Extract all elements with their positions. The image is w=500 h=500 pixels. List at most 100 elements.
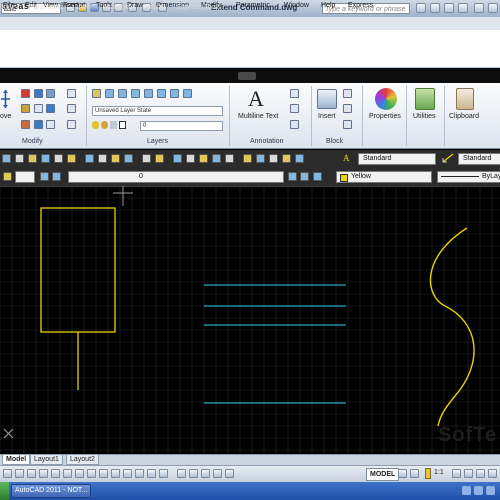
sheet-set-icon[interactable] — [269, 154, 278, 163]
tab-view[interactable]: View — [76, 4, 91, 11]
fillet-icon[interactable] — [34, 104, 43, 113]
calculator-icon[interactable] — [295, 154, 304, 163]
layer-off-icon[interactable] — [131, 89, 140, 98]
dim-style-dropdown[interactable]: Standard — [458, 153, 500, 165]
layer-state-dropdown[interactable]: Unsaved Layer State — [92, 106, 223, 116]
copy-icon[interactable] — [21, 89, 30, 98]
dim-style-icon[interactable] — [442, 153, 454, 163]
layer-lock-icon[interactable] — [157, 89, 166, 98]
stretch-icon[interactable] — [46, 104, 55, 113]
utilities-icon[interactable] — [415, 88, 435, 110]
modify-panel-title[interactable]: Modify — [22, 138, 43, 148]
selection-cycling-icon[interactable] — [159, 469, 168, 478]
layer-tool-icon-2[interactable] — [300, 172, 309, 181]
menu-window[interactable]: Window — [284, 2, 309, 9]
grid-display-icon[interactable] — [27, 469, 36, 478]
tab-manage[interactable]: Manage — [104, 4, 129, 11]
layer-filter-dropdown[interactable] — [15, 171, 35, 183]
scale-icon[interactable] — [21, 120, 30, 129]
tray-network-icon[interactable] — [462, 486, 471, 495]
undo-icon[interactable] — [142, 154, 151, 163]
communication-center-icon[interactable] — [444, 3, 454, 13]
tab-annotate[interactable]: otate — [0, 4, 16, 11]
block-panel-title[interactable]: Block — [326, 138, 343, 148]
help-icon[interactable] — [474, 3, 484, 13]
plot-icon[interactable] — [41, 154, 50, 163]
tool-palettes-icon[interactable] — [256, 154, 265, 163]
clipboard-label[interactable]: Clipboard — [449, 113, 479, 120]
layer-previous-toolbar-icon[interactable] — [52, 172, 61, 181]
favorites-icon[interactable] — [458, 3, 468, 13]
tab-output[interactable]: Output — [142, 4, 163, 11]
quick-view-drawings-icon[interactable] — [410, 469, 419, 478]
start-button[interactable] — [0, 482, 9, 500]
extend-icon[interactable] — [67, 120, 76, 129]
tab-layout1[interactable]: Layout1 — [30, 455, 63, 465]
properties-icon[interactable] — [375, 88, 397, 110]
navigation-bar-icon[interactable] — [177, 469, 186, 478]
tray-clock-icon[interactable] — [486, 486, 495, 495]
menu-express[interactable]: Express — [348, 2, 373, 9]
command-line[interactable] — [0, 30, 500, 68]
copyclip-icon[interactable] — [98, 154, 107, 163]
erase-icon[interactable] — [67, 89, 76, 98]
ortho-mode-icon[interactable] — [39, 469, 48, 478]
lock-icon[interactable] — [109, 121, 117, 129]
model-space-button[interactable]: MODEL — [366, 468, 400, 481]
steering-wheel-icon[interactable] — [189, 469, 198, 478]
linear-dimension-icon[interactable] — [290, 89, 299, 98]
multiline-text-icon[interactable]: A — [248, 86, 264, 112]
drawing-canvas[interactable]: SofTe — [0, 185, 500, 454]
clean-screen-icon[interactable] — [488, 469, 497, 478]
preview-icon[interactable] — [54, 154, 63, 163]
pan-icon[interactable] — [213, 469, 222, 478]
annotation-scale[interactable]: 1:1 — [434, 469, 444, 476]
sun-icon[interactable] — [100, 121, 108, 129]
properties-palette-icon[interactable] — [225, 154, 234, 163]
ribbon-minimize-icon[interactable] — [238, 72, 256, 80]
open-icon[interactable] — [15, 154, 24, 163]
create-block-icon[interactable] — [343, 89, 352, 98]
matchprop-icon[interactable] — [124, 154, 133, 163]
text-style-dropdown[interactable]: Standard — [358, 153, 436, 165]
zoom-icon[interactable] — [225, 469, 234, 478]
quick-view-layouts-icon[interactable] — [398, 469, 407, 478]
table-icon[interactable] — [290, 120, 299, 129]
zoom-realtime-icon[interactable] — [186, 154, 195, 163]
cut-icon[interactable] — [85, 154, 94, 163]
layers-panel-title[interactable]: Layers — [147, 138, 168, 148]
trim-icon[interactable] — [21, 104, 30, 113]
edit-block-icon[interactable] — [343, 104, 352, 113]
dynamic-input-icon[interactable] — [111, 469, 120, 478]
object-snap-tracking-icon[interactable] — [87, 469, 96, 478]
search-icon[interactable] — [416, 3, 426, 13]
layer-match-icon[interactable] — [170, 89, 179, 98]
subscription-center-icon[interactable] — [430, 3, 440, 13]
color-dropdown[interactable]: Yellow — [336, 171, 432, 183]
lineweight-icon[interactable] — [123, 469, 132, 478]
menu-help[interactable]: Help — [321, 2, 335, 9]
designcenter-icon[interactable] — [243, 154, 252, 163]
layer-freeze-icon[interactable] — [144, 89, 153, 98]
lightbulb-icon[interactable] — [92, 121, 99, 129]
showmotion-icon[interactable] — [201, 469, 210, 478]
taskbar-autocad-item[interactable]: AutoCAD 2011 - NOT... — [11, 484, 91, 498]
clipboard-icon[interactable] — [456, 88, 474, 110]
mirror-icon[interactable] — [46, 89, 55, 98]
polar-tracking-icon[interactable] — [51, 469, 60, 478]
tab-layout2[interactable]: Layout2 — [66, 455, 99, 465]
layer-toolbar-dropdown[interactable]: 0 — [68, 171, 284, 183]
text-style-icon[interactable]: A — [343, 153, 353, 163]
rotate-icon[interactable] — [34, 89, 43, 98]
layer-properties-icon[interactable] — [92, 89, 101, 98]
lock-ui-icon[interactable] — [476, 469, 485, 478]
zoom-window-icon[interactable] — [199, 154, 208, 163]
snap-mode-icon[interactable] — [15, 469, 24, 478]
properties-label[interactable]: Properties — [369, 113, 401, 120]
3d-object-snap-icon[interactable] — [75, 469, 84, 478]
menu-parametric[interactable]: Parametric — [236, 2, 270, 9]
tab-model[interactable]: Model — [2, 455, 31, 465]
tab-express-tools[interactable]: Express Tools — [177, 4, 220, 11]
layer-isolate-icon[interactable] — [118, 89, 127, 98]
menu-draw[interactable]: Draw — [127, 2, 143, 9]
